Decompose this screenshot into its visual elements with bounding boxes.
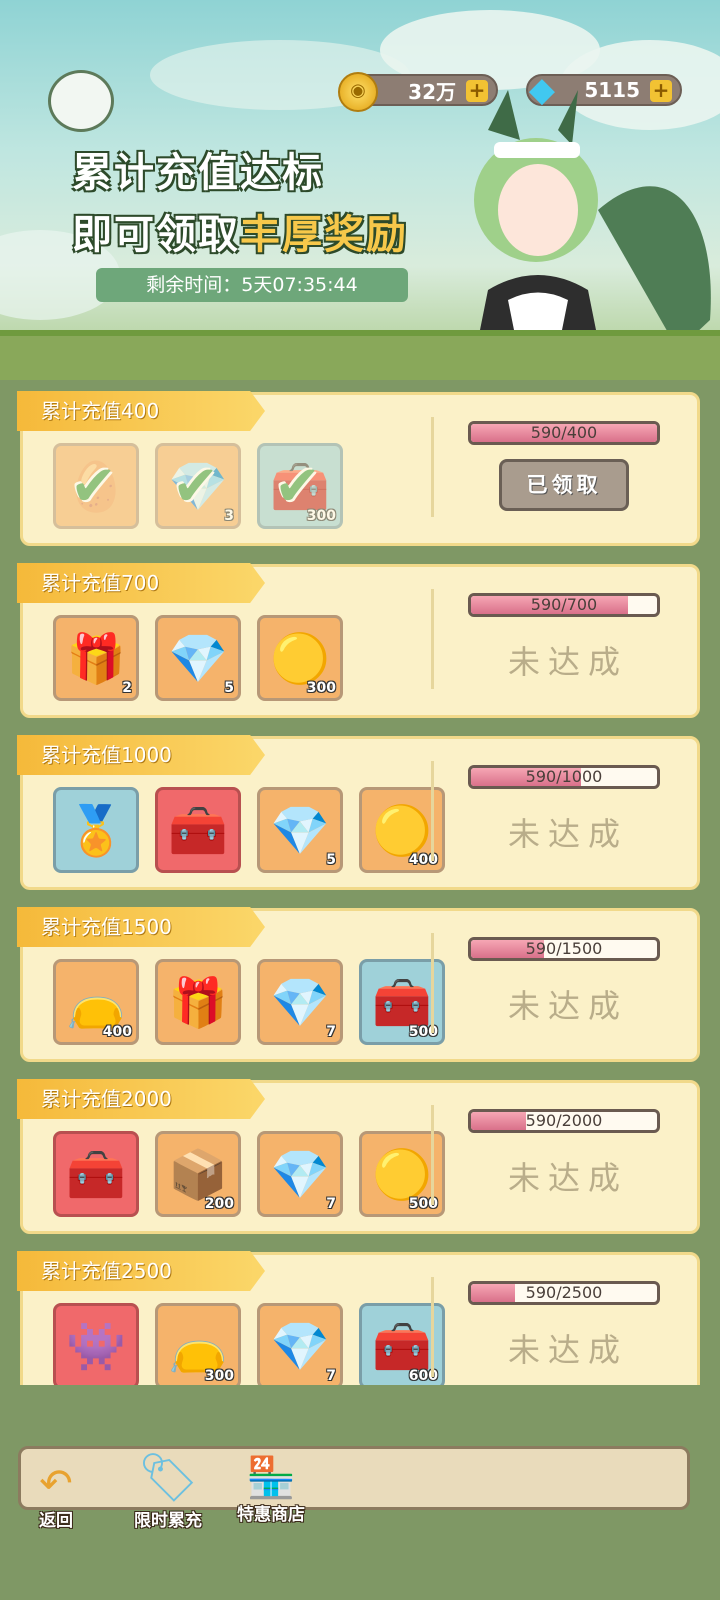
tier-card-1000: 累计充值1000 🏅 🧰 💎 5 🟡 400 590/1000 未达成	[17, 735, 700, 890]
status-label: 未达成	[507, 987, 628, 1025]
progress-text: 590/400	[530, 423, 598, 442]
special-shop-label: 特惠商店	[237, 1505, 305, 1525]
timer-label: 剩余时间：	[146, 274, 242, 296]
reward-item[interactable]: 👝 400	[53, 959, 139, 1045]
item-count: 7	[326, 1368, 336, 1384]
countdown-timer: 剩余时间：5天07:35:44	[96, 268, 408, 302]
headline-highlight: 丰厚奖励	[240, 212, 408, 258]
item-count: 300	[306, 508, 336, 524]
recharge-card-icon: 🏷	[137, 1450, 199, 1506]
progress-bar: 590/400	[468, 421, 660, 445]
reward-item[interactable]: 💎 ✔ 3	[155, 443, 241, 529]
tier-title: 累计充值700	[17, 563, 265, 603]
tier-title: 累计充值400	[17, 391, 265, 431]
headline-prefix: 即可领取	[72, 212, 240, 258]
tier-card-2000: 累计充值2000 🧰 📦 200 💎 7 🟡 500 590/2000 未达成	[17, 1079, 700, 1234]
card-divider	[431, 417, 434, 517]
tier-title: 累计充值1500	[17, 907, 265, 947]
reward-item[interactable]: 🏅	[53, 787, 139, 873]
item-count: 7	[326, 1024, 336, 1040]
progress-bar: 590/700	[468, 593, 660, 617]
grass-decoration	[0, 330, 720, 380]
reward-item[interactable]: 🎁 2	[53, 615, 139, 701]
reward-item[interactable]: 🧰	[53, 1131, 139, 1217]
red-chest-icon: 🧰	[168, 803, 228, 859]
status-label: 未达成	[507, 815, 628, 853]
reward-item[interactable]: 🧰 ✔ 300	[257, 443, 343, 529]
item-count: 5	[224, 680, 234, 696]
progress-text: 590/1500	[525, 939, 603, 958]
tier-title: 累计充值2000	[17, 1079, 265, 1119]
item-count: 400	[102, 1024, 132, 1040]
item-count: 3	[224, 508, 234, 524]
reward-item[interactable]: 💎 7	[257, 959, 343, 1045]
headline-line2: 即可领取丰厚奖励	[72, 202, 408, 260]
reward-item[interactable]: 👝 300	[155, 1303, 241, 1385]
pet-mascot-icon	[48, 70, 114, 132]
item-count: 300	[204, 1368, 234, 1384]
reward-item[interactable]: 💎 7	[257, 1303, 343, 1385]
reward-item[interactable]: 📦 200	[155, 1131, 241, 1217]
reward-item[interactable]: 👾	[53, 1303, 139, 1385]
limited-recharge-label: 限时累充	[134, 1511, 202, 1531]
reward-item[interactable]: 💎 7	[257, 1131, 343, 1217]
progress-bar: 590/1500	[468, 937, 660, 961]
back-button[interactable]: ↶ 返回	[24, 1462, 88, 1531]
progress-bar: 590/2000	[468, 1109, 660, 1133]
item-count: 7	[326, 1196, 336, 1212]
reward-item[interactable]: 💎 5	[257, 787, 343, 873]
reward-item[interactable]: 🧰	[155, 787, 241, 873]
status-label: 未达成	[507, 1331, 628, 1369]
claimed-check-icon: ✔	[172, 454, 219, 519]
recharge-tier-list[interactable]: 累计充值400 🥚 ✔ 💎 ✔ 3 🧰 ✔ 300 590/400 已领取 累计…	[0, 380, 720, 1385]
monster-chest-icon: 👾	[66, 1319, 126, 1375]
progress-text: 590/2000	[525, 1111, 603, 1130]
item-count: 300	[306, 680, 336, 696]
tier-card-2500: 累计充值2500 👾 👝 300 💎 7 🧰 600 590/2500 未达成	[17, 1251, 700, 1385]
item-count: 5	[326, 852, 336, 868]
timer-value: 5天07:35:44	[241, 274, 358, 296]
tier-title: 累计充值2500	[17, 1251, 265, 1291]
status-label: 未达成	[507, 1159, 628, 1197]
progress-text: 590/1000	[525, 767, 603, 786]
progress-text: 590/2500	[525, 1283, 603, 1302]
coin-icon: ◉	[338, 72, 378, 112]
progress-bar: 590/2500	[468, 1281, 660, 1305]
tier-card-400: 累计充值400 🥚 ✔ 💎 ✔ 3 🧰 ✔ 300 590/400 已领取	[17, 391, 700, 546]
reward-item[interactable]: 🥚 ✔	[53, 443, 139, 529]
progress-bar: 590/1000	[468, 765, 660, 789]
item-count: 200	[204, 1196, 234, 1212]
claimed-button[interactable]: 已领取	[499, 459, 629, 511]
limited-recharge-tab[interactable]: 🏷 限时累充	[120, 1450, 216, 1531]
tier-card-1500: 累计充值1500 👝 400 🎁 💎 7 🧰 500 590/1500 未达成	[17, 907, 700, 1062]
bottom-nav-bar	[18, 1446, 690, 1510]
progress-text: 590/700	[530, 595, 598, 614]
item-count: 2	[122, 680, 132, 696]
claimed-check-icon: ✔	[70, 454, 117, 519]
tier-title: 累计充值1000	[17, 735, 265, 775]
reward-item[interactable]: 💎 5	[155, 615, 241, 701]
status-label: 未达成	[507, 643, 628, 681]
headline-line1: 累计充值达标	[72, 150, 324, 196]
reward-item[interactable]: 🎁	[155, 959, 241, 1045]
back-arrow-icon: ↶	[39, 1461, 73, 1507]
tier-card-700: 累计充值700 🎁 2 💎 5 🟡 300 590/700 未达成	[17, 563, 700, 718]
gold-chest-icon: 🎁	[168, 975, 228, 1031]
reward-item[interactable]: 🟡 300	[257, 615, 343, 701]
shop-stall-icon: 🏪	[246, 1455, 296, 1501]
badge-icon: 🏅	[66, 803, 126, 859]
red-chest-icon: 🧰	[66, 1147, 126, 1203]
back-label: 返回	[39, 1511, 73, 1531]
special-shop-tab[interactable]: 🏪 特惠商店	[226, 1456, 316, 1525]
top-banner: ◉ 32万 + ◆ 5115 + 累计充值达标 即可领取丰厚奖励 剩余时间：5天…	[0, 0, 720, 380]
